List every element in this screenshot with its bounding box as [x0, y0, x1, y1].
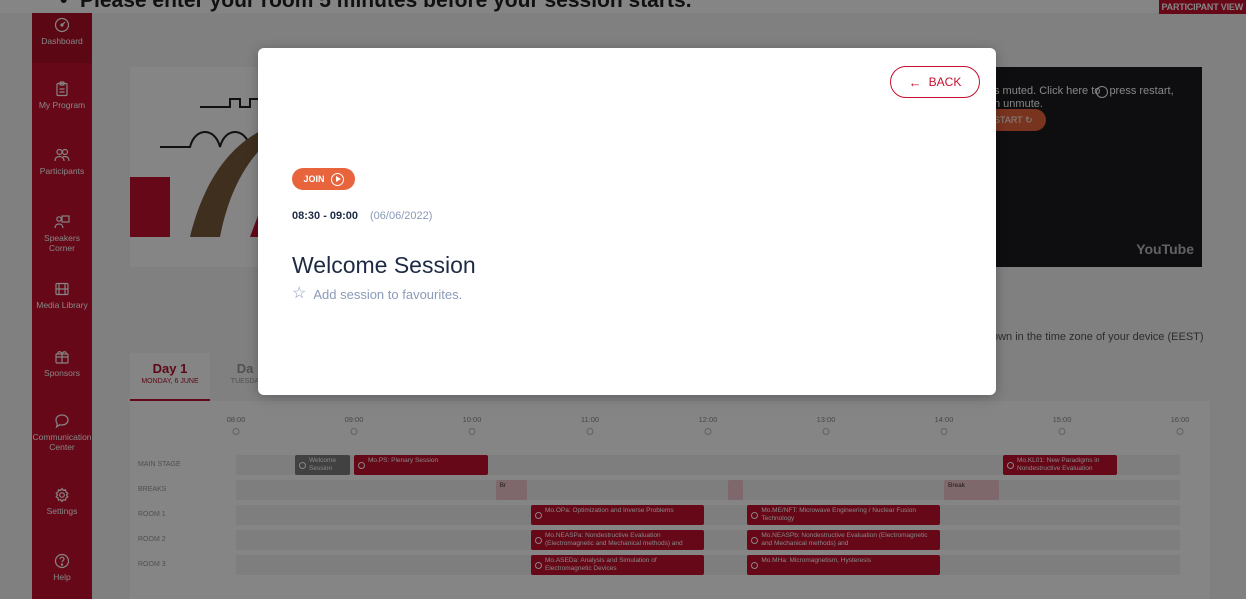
arrow-left-icon: ←: [908, 74, 922, 90]
add-to-favourites-button[interactable]: ☆ Add session to favourites.: [292, 286, 462, 302]
favourite-label: Add session to favourites.: [313, 286, 463, 302]
session-time: 08:30 - 09:00: [292, 210, 359, 222]
join-label: JOIN: [303, 174, 325, 184]
session-title: Welcome Session: [292, 252, 476, 278]
join-button[interactable]: JOIN: [292, 168, 355, 190]
back-label: BACK: [928, 75, 962, 89]
session-modal: ← BACK JOIN 08:30 - 09:00 (06/06/2022) W…: [258, 48, 996, 395]
star-icon: ☆: [292, 285, 307, 302]
back-button[interactable]: ← BACK: [890, 66, 980, 98]
session-date: (06/06/2022): [370, 210, 433, 222]
play-icon: [330, 172, 344, 186]
